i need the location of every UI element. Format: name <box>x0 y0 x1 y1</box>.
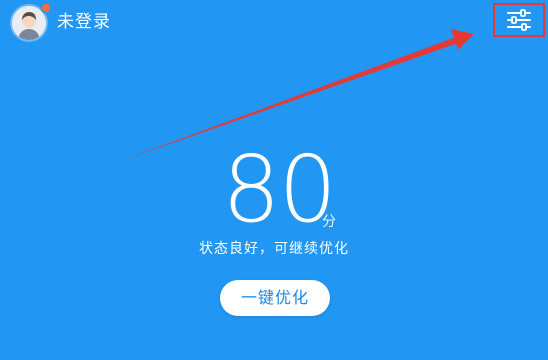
status-message: 状态良好，可继续优化 <box>199 241 349 257</box>
user-avatar-icon <box>12 6 46 40</box>
sliders-settings-icon <box>507 9 531 31</box>
avatar[interactable] <box>12 6 46 40</box>
score-value: 80 <box>222 136 337 243</box>
login-status-label[interactable]: 未登录 <box>57 11 111 33</box>
score-unit: 分 <box>322 214 336 230</box>
notification-dot <box>42 4 50 12</box>
settings-button[interactable] <box>493 3 545 37</box>
one-click-optimize-button[interactable]: 一键优化 <box>220 280 330 316</box>
score-panel: 80 分 <box>0 140 548 240</box>
